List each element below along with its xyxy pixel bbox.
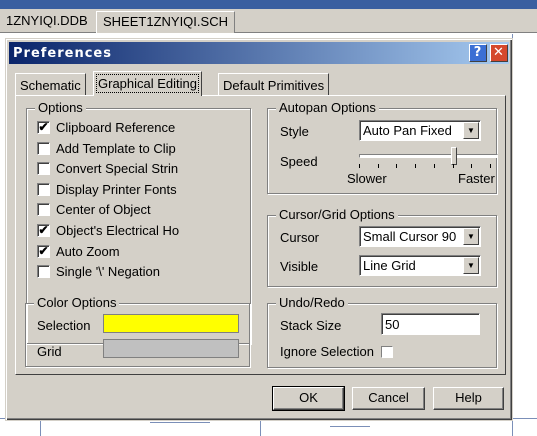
grid-visible-value: Line Grid: [363, 258, 416, 273]
faster-label: Faster: [458, 171, 495, 186]
undo-redo-group: Undo/Redo Stack Size 50 Ignore Selection: [267, 295, 497, 368]
option-label: Single '\' Negation: [56, 264, 160, 280]
help-icon[interactable]: ?: [469, 44, 487, 62]
tab-schematic[interactable]: Schematic: [15, 73, 86, 95]
sheet-wire: [260, 420, 261, 436]
selection-color-swatch[interactable]: [103, 314, 239, 333]
sheet-wire: [40, 420, 41, 436]
tab-default-primitives[interactable]: Default Primitives: [218, 73, 330, 95]
checkmark-icon[interactable]: ✔: [37, 244, 50, 258]
checkbox[interactable]: [37, 265, 50, 279]
ok-button[interactable]: OK: [272, 386, 345, 411]
autopan-style-select[interactable]: Auto Pan Fixed ▼: [359, 120, 481, 141]
help-button[interactable]: Help: [433, 387, 504, 410]
grid-visible-select[interactable]: Line Grid ▼: [359, 255, 481, 276]
doc-tab-ddb[interactable]: 1ZNYIQI.DDB: [0, 11, 94, 33]
option-checkbox-row[interactable]: Add Template to Clip: [37, 140, 237, 158]
option-checkbox-row[interactable]: Center of Object: [37, 201, 237, 219]
visible-label: Visible: [280, 259, 319, 274]
chevron-down-icon[interactable]: ▼: [463, 228, 479, 245]
speed-slider[interactable]: [359, 146, 498, 168]
autopan-group-label: Autopan Options: [276, 100, 379, 115]
slider-thumb[interactable]: [451, 147, 457, 165]
option-checkbox-row[interactable]: Single '\' Negation: [37, 263, 237, 281]
option-label: Add Template to Clip: [56, 140, 176, 156]
autopan-options-group: Autopan Options Style Auto Pan Fixed ▼ S…: [267, 100, 498, 194]
slider-tick: [471, 164, 472, 168]
option-checkbox-row[interactable]: ✔ Object's Electrical Ho: [37, 222, 237, 240]
chevron-down-icon[interactable]: ▼: [463, 122, 479, 139]
checkbox[interactable]: [37, 141, 50, 155]
slider-tick: [415, 164, 416, 168]
slower-label: Slower: [347, 171, 387, 186]
cursor-select[interactable]: Small Cursor 90 ▼: [359, 226, 481, 247]
document-tab-strip: 1ZNYIQI.DDB SHEET1ZNYIQI.SCH: [0, 9, 537, 33]
slider-track: [359, 154, 498, 158]
cancel-button[interactable]: Cancel: [352, 387, 425, 410]
cursor-grid-options-group: Cursor/Grid Options Cursor Small Cursor …: [267, 207, 497, 287]
option-label: Center of Object: [56, 202, 151, 218]
color-options-group: Color Options Selection Grid: [25, 295, 250, 367]
checkbox[interactable]: [37, 162, 50, 176]
option-label: Clipboard Reference: [56, 120, 176, 135]
cursor-grid-group-label: Cursor/Grid Options: [276, 207, 398, 222]
style-label: Style: [280, 124, 309, 139]
undo-redo-group-label: Undo/Redo: [276, 295, 348, 310]
preferences-dialog: Preferences ? ✕ Schematic Graphical Edit…: [5, 38, 513, 421]
options-group-label: Options: [35, 100, 86, 115]
checkmark-icon[interactable]: ✔: [37, 224, 50, 237]
cursor-label: Cursor: [280, 230, 320, 245]
checkbox[interactable]: [37, 203, 50, 217]
option-label: Object's Electrical Ho: [56, 223, 180, 238]
dialog-title: Preferences: [13, 46, 112, 61]
grid-color-swatch[interactable]: [103, 339, 239, 358]
doc-tab-sch[interactable]: SHEET1ZNYIQI.SCH: [96, 11, 235, 33]
close-icon[interactable]: ✕: [490, 44, 508, 62]
app-title-strip: [0, 0, 537, 9]
slider-tick: [396, 164, 397, 168]
ignore-selection-label: Ignore Selection: [280, 344, 374, 359]
option-label: Auto Zoom: [56, 243, 120, 259]
speed-label: Speed: [280, 154, 318, 169]
cursor-value: Small Cursor 90: [363, 229, 457, 244]
tab-graphical-editing[interactable]: Graphical Editing: [93, 71, 202, 96]
color-options-group-label: Color Options: [34, 295, 120, 310]
option-label: Convert Special Strin: [56, 161, 179, 177]
stack-size-input[interactable]: 50: [381, 313, 480, 335]
checkmark-icon[interactable]: ✔: [37, 121, 50, 134]
option-label: Display Printer Fonts: [56, 181, 177, 197]
dialog-titlebar[interactable]: Preferences ? ✕: [9, 42, 509, 64]
sheet-wire: [330, 426, 370, 427]
stack-size-label: Stack Size: [280, 318, 342, 333]
checkbox[interactable]: [37, 182, 50, 196]
selection-color-label: Selection: [37, 318, 91, 333]
ignore-selection-checkbox[interactable]: [381, 346, 393, 358]
slider-tick: [453, 164, 454, 168]
option-checkbox-row[interactable]: ✔ Auto Zoom: [37, 243, 237, 261]
slider-tick: [359, 164, 360, 168]
slider-tick: [378, 164, 379, 168]
grid-color-label: Grid: [37, 344, 62, 359]
autopan-style-value: Auto Pan Fixed: [363, 123, 452, 138]
chevron-down-icon[interactable]: ▼: [463, 257, 479, 274]
slider-tick: [490, 164, 491, 168]
slider-tick: [434, 164, 435, 168]
stack-size-value: 50: [385, 317, 400, 332]
sheet-wire: [150, 422, 210, 423]
option-checkbox-row[interactable]: Convert Special Strin: [37, 160, 237, 178]
option-checkbox-row[interactable]: ✔ Clipboard Reference: [37, 119, 237, 137]
option-checkbox-row[interactable]: Display Printer Fonts: [37, 181, 237, 199]
